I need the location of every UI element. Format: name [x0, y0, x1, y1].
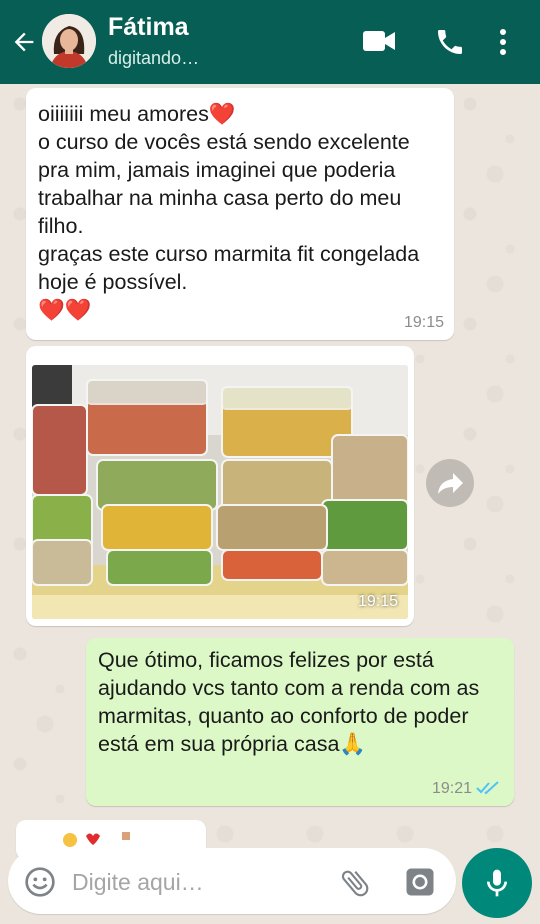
- avatar-image: [42, 14, 96, 68]
- mic-icon: [487, 869, 507, 897]
- read-ticks-icon: [476, 781, 499, 795]
- photo-time: 19:15: [357, 593, 398, 610]
- emoji-icon[interactable]: [24, 866, 56, 898]
- message-input[interactable]: Digite aqui…: [72, 856, 204, 908]
- typing-status: digitando…: [108, 48, 200, 68]
- message-time: 19:15: [403, 314, 444, 331]
- chat-header: Fátima digitando…: [0, 0, 540, 84]
- emoji-row-icon: [63, 832, 130, 847]
- outgoing-message-bubble[interactable]: Que ótimo, ficamos felizes por está ajud…: [86, 638, 514, 806]
- contact-name[interactable]: Fátima: [108, 13, 189, 42]
- incoming-message-bubble[interactable]: oiiiiiii meu amores❤️ o curso de vocês e…: [26, 88, 454, 340]
- forward-icon: [438, 473, 463, 494]
- message-text: oiiiiiii meu amores❤️ o curso de vocês e…: [38, 102, 420, 322]
- more-vert-icon[interactable]: [496, 28, 510, 56]
- forward-button[interactable]: [426, 459, 474, 507]
- avatar[interactable]: [42, 14, 96, 68]
- video-call-icon[interactable]: [362, 28, 396, 54]
- message-photo[interactable]: 19:15: [32, 365, 408, 619]
- phone-icon[interactable]: [434, 26, 466, 58]
- message-time: 19:21: [431, 780, 472, 797]
- attach-icon[interactable]: [338, 866, 372, 900]
- back-arrow-icon[interactable]: [10, 28, 38, 56]
- message-text: Que ótimo, ficamos felizes por está ajud…: [98, 648, 480, 756]
- camera-icon[interactable]: [402, 864, 438, 900]
- mic-button[interactable]: [462, 848, 532, 918]
- food-containers-image: [32, 365, 408, 619]
